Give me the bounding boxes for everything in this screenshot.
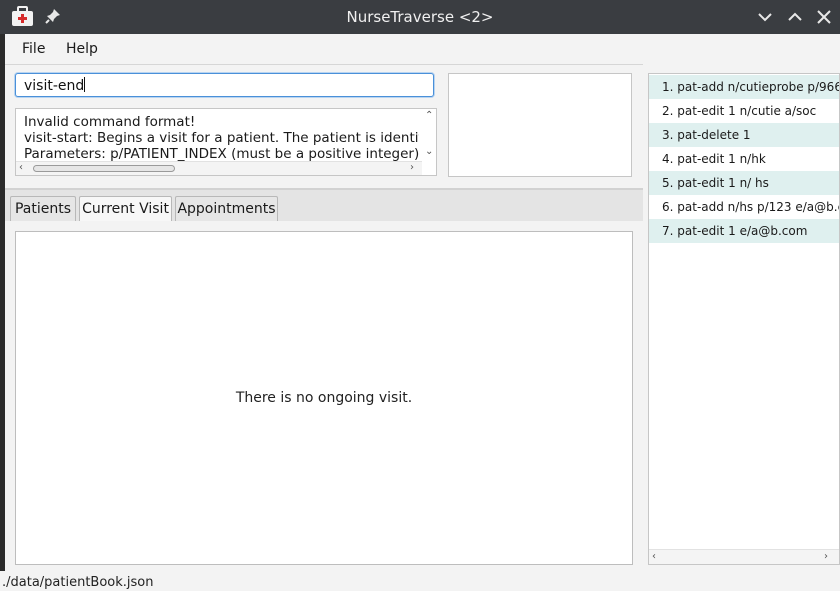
scroll-down-icon[interactable]: ⌄	[425, 146, 433, 158]
history-item[interactable]: 2. pat-edit 1 n/cutie a/soc	[649, 99, 839, 123]
text-caret	[84, 77, 86, 92]
menu-bar: File Help	[5, 34, 840, 65]
tab-patients[interactable]: Patients	[10, 196, 76, 221]
close-icon[interactable]	[815, 8, 833, 26]
result-line-1: Invalid command format!	[24, 114, 196, 130]
tab-bar: Patients Current Visit Appointments	[5, 188, 643, 223]
history-item[interactable]: 7. pat-edit 1 e/a@b.com	[649, 219, 839, 243]
result-horizontal-scrollbar[interactable]: ‹ ›	[16, 161, 422, 175]
command-history-list: 1. pat-add n/cutieprobe p/96696969 2. pa…	[648, 73, 840, 565]
result-text: Invalid command format! visit-start: Beg…	[24, 114, 419, 162]
result-vertical-scrollbar[interactable]: ⌃ ⌄	[422, 109, 436, 163]
menu-help[interactable]: Help	[66, 41, 98, 57]
data-file-path: ./data/patientBook.json	[2, 575, 154, 590]
maximize-icon[interactable]	[786, 8, 804, 26]
tab-appointments[interactable]: Appointments	[175, 196, 278, 221]
window-title: NurseTraverse <2>	[346, 8, 494, 26]
scroll-thumb[interactable]	[33, 165, 175, 172]
history-item[interactable]: 6. pat-add n/hs p/123 e/a@b.com	[649, 195, 839, 219]
command-input-text: visit-end	[24, 78, 85, 94]
minimize-icon[interactable]	[756, 8, 774, 26]
scroll-up-icon[interactable]: ⌃	[425, 110, 433, 122]
scroll-left-icon[interactable]: ‹	[652, 551, 656, 563]
history-item[interactable]: 4. pat-edit 1 n/hk	[649, 147, 839, 171]
history-item[interactable]: 3. pat-delete 1	[649, 123, 839, 147]
status-bar: ./data/patientBook.json	[0, 571, 840, 591]
title-bar: NurseTraverse <2>	[0, 0, 840, 34]
tab-current-visit[interactable]: Current Visit	[79, 196, 172, 221]
no-visit-message: There is no ongoing visit.	[235, 390, 413, 406]
history-item[interactable]: 5. pat-edit 1 n/ hs	[649, 171, 839, 195]
scroll-right-icon[interactable]: ›	[824, 551, 828, 563]
scroll-right-icon[interactable]: ›	[410, 162, 414, 174]
menu-file[interactable]: File	[22, 41, 45, 57]
history-item[interactable]: 1. pat-add n/cutieprobe p/96696969	[649, 75, 839, 99]
result-line-3: Parameters: p/PATIENT_INDEX (must be a p…	[24, 146, 419, 162]
scroll-left-icon[interactable]: ‹	[19, 162, 23, 174]
current-visit-panel: There is no ongoing visit.	[15, 231, 633, 565]
result-display[interactable]: Invalid command format! visit-start: Beg…	[15, 108, 437, 176]
history-horizontal-scrollbar[interactable]: ‹ ›	[649, 549, 839, 564]
details-box	[448, 73, 632, 177]
result-line-2: visit-start: Begins a visit for a patien…	[24, 130, 419, 146]
command-input[interactable]: visit-end	[15, 73, 434, 97]
